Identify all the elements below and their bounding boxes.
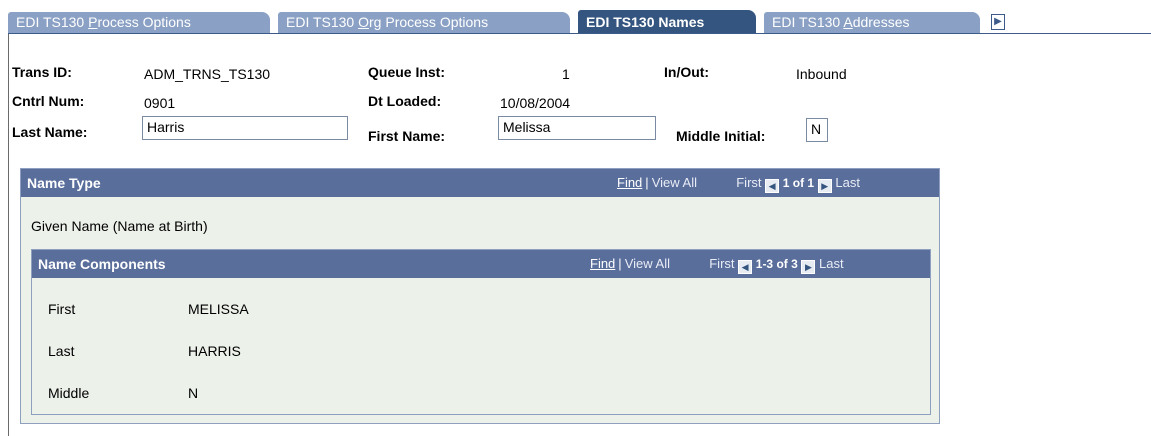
next-arrow-icon[interactable]: ▶ <box>817 179 832 193</box>
view-all-link[interactable]: View All <box>625 256 670 271</box>
find-link[interactable]: Find <box>617 175 642 190</box>
trans-id-value: ADM_TRNS_TS130 <box>144 66 271 82</box>
component-value: N <box>188 385 199 401</box>
component-label: First <box>48 301 76 317</box>
tab-label: rg Process Options <box>369 14 489 30</box>
component-label: Last <box>48 343 75 359</box>
middle-initial-field[interactable]: N <box>806 118 828 142</box>
tab-process-options[interactable]: EDI TS130 Process Options <box>8 12 270 33</box>
name-type-grid-header: Name Type Find | View All First ◀ 1 of 1 ▶… <box>21 169 939 197</box>
name-components-grid: Name Components Find | View All First ◀ 1-… <box>31 249 931 415</box>
tab-baseline <box>8 33 1151 34</box>
first-name-field[interactable]: Melissa <box>498 116 656 140</box>
triangle-right-icon: ▶ <box>994 16 1002 27</box>
tab-addresses[interactable]: EDI TS130 Addresses <box>764 12 980 33</box>
separator: | <box>618 256 622 271</box>
find-link[interactable]: Find <box>590 256 615 271</box>
name-components-grid-header: Name Components Find | View All First ◀ 1-… <box>32 250 930 278</box>
page-left-border <box>8 34 9 436</box>
dt-loaded-label: Dt Loaded: <box>368 93 442 109</box>
name-type-value: Given Name (Name at Birth) <box>31 218 208 234</box>
cntrl-num-value: 0901 <box>144 95 176 111</box>
trans-id-label: Trans ID: <box>12 64 72 80</box>
name-type-grid-nav: Find | View All First ◀ 1 of 1 ▶ Last <box>617 169 860 197</box>
tab-label: EDI TS130 <box>16 14 89 30</box>
tab-label: ddresses <box>852 14 910 30</box>
separator: | <box>645 175 649 190</box>
in-out-value: Inbound <box>796 66 847 82</box>
last-name-field[interactable]: Harris <box>142 116 348 140</box>
view-all-link[interactable]: View All <box>652 175 697 190</box>
component-value: MELISSA <box>188 301 249 317</box>
cntrl-num-label: Cntrl Num: <box>12 93 85 109</box>
tab-accesskey: O <box>358 14 370 30</box>
tab-label: EDI TS130 <box>772 14 844 30</box>
first-link[interactable]: First <box>736 175 761 190</box>
last-link[interactable]: Last <box>819 256 844 271</box>
tab-label: EDI TS130 <box>286 14 359 30</box>
first-name-label: First Name: <box>368 128 446 144</box>
next-arrow-icon[interactable]: ▶ <box>801 260 816 274</box>
tab-label: EDI TS130 Names <box>586 14 705 30</box>
component-value: HARRIS <box>188 343 241 359</box>
dt-loaded-value: 10/08/2004 <box>500 95 571 111</box>
tab-scroll-right-button[interactable]: ▶ <box>991 14 1005 30</box>
in-out-label: In/Out: <box>664 64 710 80</box>
prev-arrow-icon[interactable]: ◀ <box>738 260 753 274</box>
middle-initial-label: Middle Initial: <box>676 128 766 144</box>
tab-accesskey: A <box>843 14 853 30</box>
tab-bar: EDI TS130 Process Options EDI TS130 Org … <box>0 0 1151 34</box>
component-label: Middle <box>48 385 90 401</box>
queue-inst-value: 1 <box>562 66 570 82</box>
name-components-grid-nav: Find | View All First ◀ 1-3 of 3 ▶ Last <box>590 250 844 278</box>
first-link[interactable]: First <box>709 256 734 271</box>
tab-org-process-options[interactable]: EDI TS130 Org Process Options <box>278 12 570 33</box>
queue-inst-label: Queue Inst: <box>368 64 446 80</box>
last-name-label: Last Name: <box>12 124 88 140</box>
row-count: 1 of 1 <box>782 176 815 190</box>
prev-arrow-icon[interactable]: ◀ <box>765 179 780 193</box>
last-link[interactable]: Last <box>835 175 860 190</box>
tab-label: rocess Options <box>97 14 191 30</box>
name-type-title: Name Type <box>27 175 101 191</box>
name-type-grid: Name Type Find | View All First ◀ 1 of 1 ▶… <box>20 168 940 424</box>
tab-names[interactable]: EDI TS130 Names <box>578 10 756 34</box>
name-components-title: Name Components <box>38 256 166 272</box>
row-count: 1-3 of 3 <box>755 257 798 271</box>
